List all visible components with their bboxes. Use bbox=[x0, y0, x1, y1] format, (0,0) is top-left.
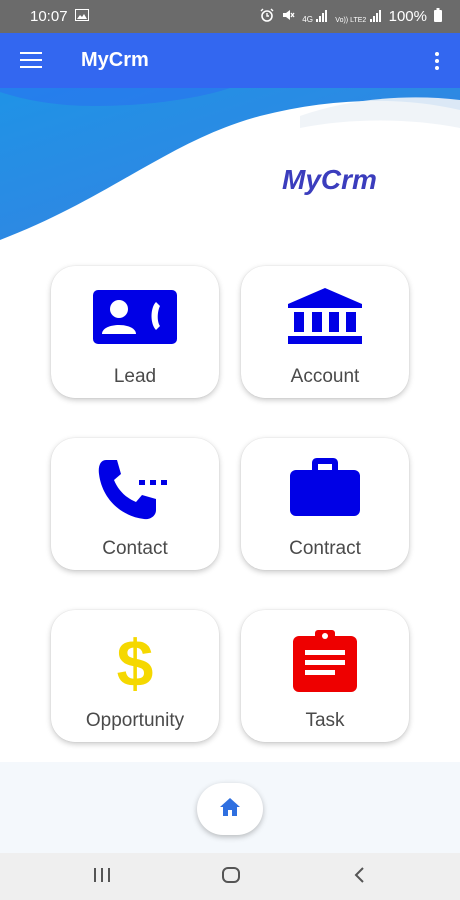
hamburger-menu-icon[interactable] bbox=[20, 52, 42, 68]
clipboard-icon bbox=[280, 630, 370, 694]
network-4g-label: 4G bbox=[302, 14, 313, 24]
status-left: 10:07 bbox=[30, 8, 89, 25]
tile-task[interactable]: Task bbox=[241, 610, 409, 742]
tile-opportunity-label: Opportunity bbox=[85, 710, 185, 731]
back-icon[interactable] bbox=[352, 865, 366, 890]
status-bar: 10:07 4G Vo)) LTE2 100% bbox=[0, 0, 460, 33]
app-title: MyCrm bbox=[81, 49, 149, 71]
tile-contact-label: Contact bbox=[102, 538, 168, 559]
svg-text:$: $ bbox=[117, 630, 154, 694]
home-circle-icon[interactable] bbox=[221, 865, 241, 890]
tile-lead[interactable]: Lead bbox=[51, 266, 219, 398]
battery-icon bbox=[434, 7, 442, 26]
gallery-icon bbox=[74, 8, 89, 25]
alarm-icon bbox=[260, 8, 274, 26]
dollar-icon: $ bbox=[90, 626, 180, 700]
network-volte-label: Vo)) LTE2 bbox=[335, 16, 367, 24]
tile-lead-label: Lead bbox=[113, 366, 157, 387]
tile-account-label: Account bbox=[290, 366, 360, 387]
more-options-icon[interactable] bbox=[434, 52, 440, 70]
briefcase-icon bbox=[280, 458, 370, 522]
mute-icon bbox=[281, 8, 295, 26]
home-icon bbox=[219, 797, 241, 822]
battery-text: 100% bbox=[388, 8, 427, 25]
tile-contact[interactable]: Contact bbox=[51, 438, 219, 570]
tile-contract[interactable]: Contract bbox=[241, 438, 409, 570]
volte-signal-icon: Vo)) LTE2 bbox=[335, 9, 381, 24]
status-right: 4G Vo)) LTE2 100% bbox=[260, 7, 442, 26]
system-nav-bar bbox=[0, 853, 460, 900]
tile-task-label: Task bbox=[305, 710, 345, 731]
status-time: 10:07 bbox=[30, 8, 68, 25]
4g-signal-icon: 4G bbox=[302, 9, 328, 24]
home-button[interactable] bbox=[197, 783, 263, 835]
recent-apps-icon[interactable] bbox=[93, 865, 111, 890]
header-wave bbox=[0, 88, 460, 240]
contact-card-icon bbox=[90, 286, 180, 350]
bank-icon bbox=[280, 286, 370, 350]
brand-logo-text: MyCrm bbox=[282, 164, 377, 195]
tile-account[interactable]: Account bbox=[241, 266, 409, 398]
tile-contract-label: Contract bbox=[289, 538, 361, 559]
tile-opportunity[interactable]: $ Opportunity bbox=[51, 610, 219, 742]
app-bar: MyCrm bbox=[0, 33, 460, 88]
phone-icon bbox=[90, 458, 180, 522]
